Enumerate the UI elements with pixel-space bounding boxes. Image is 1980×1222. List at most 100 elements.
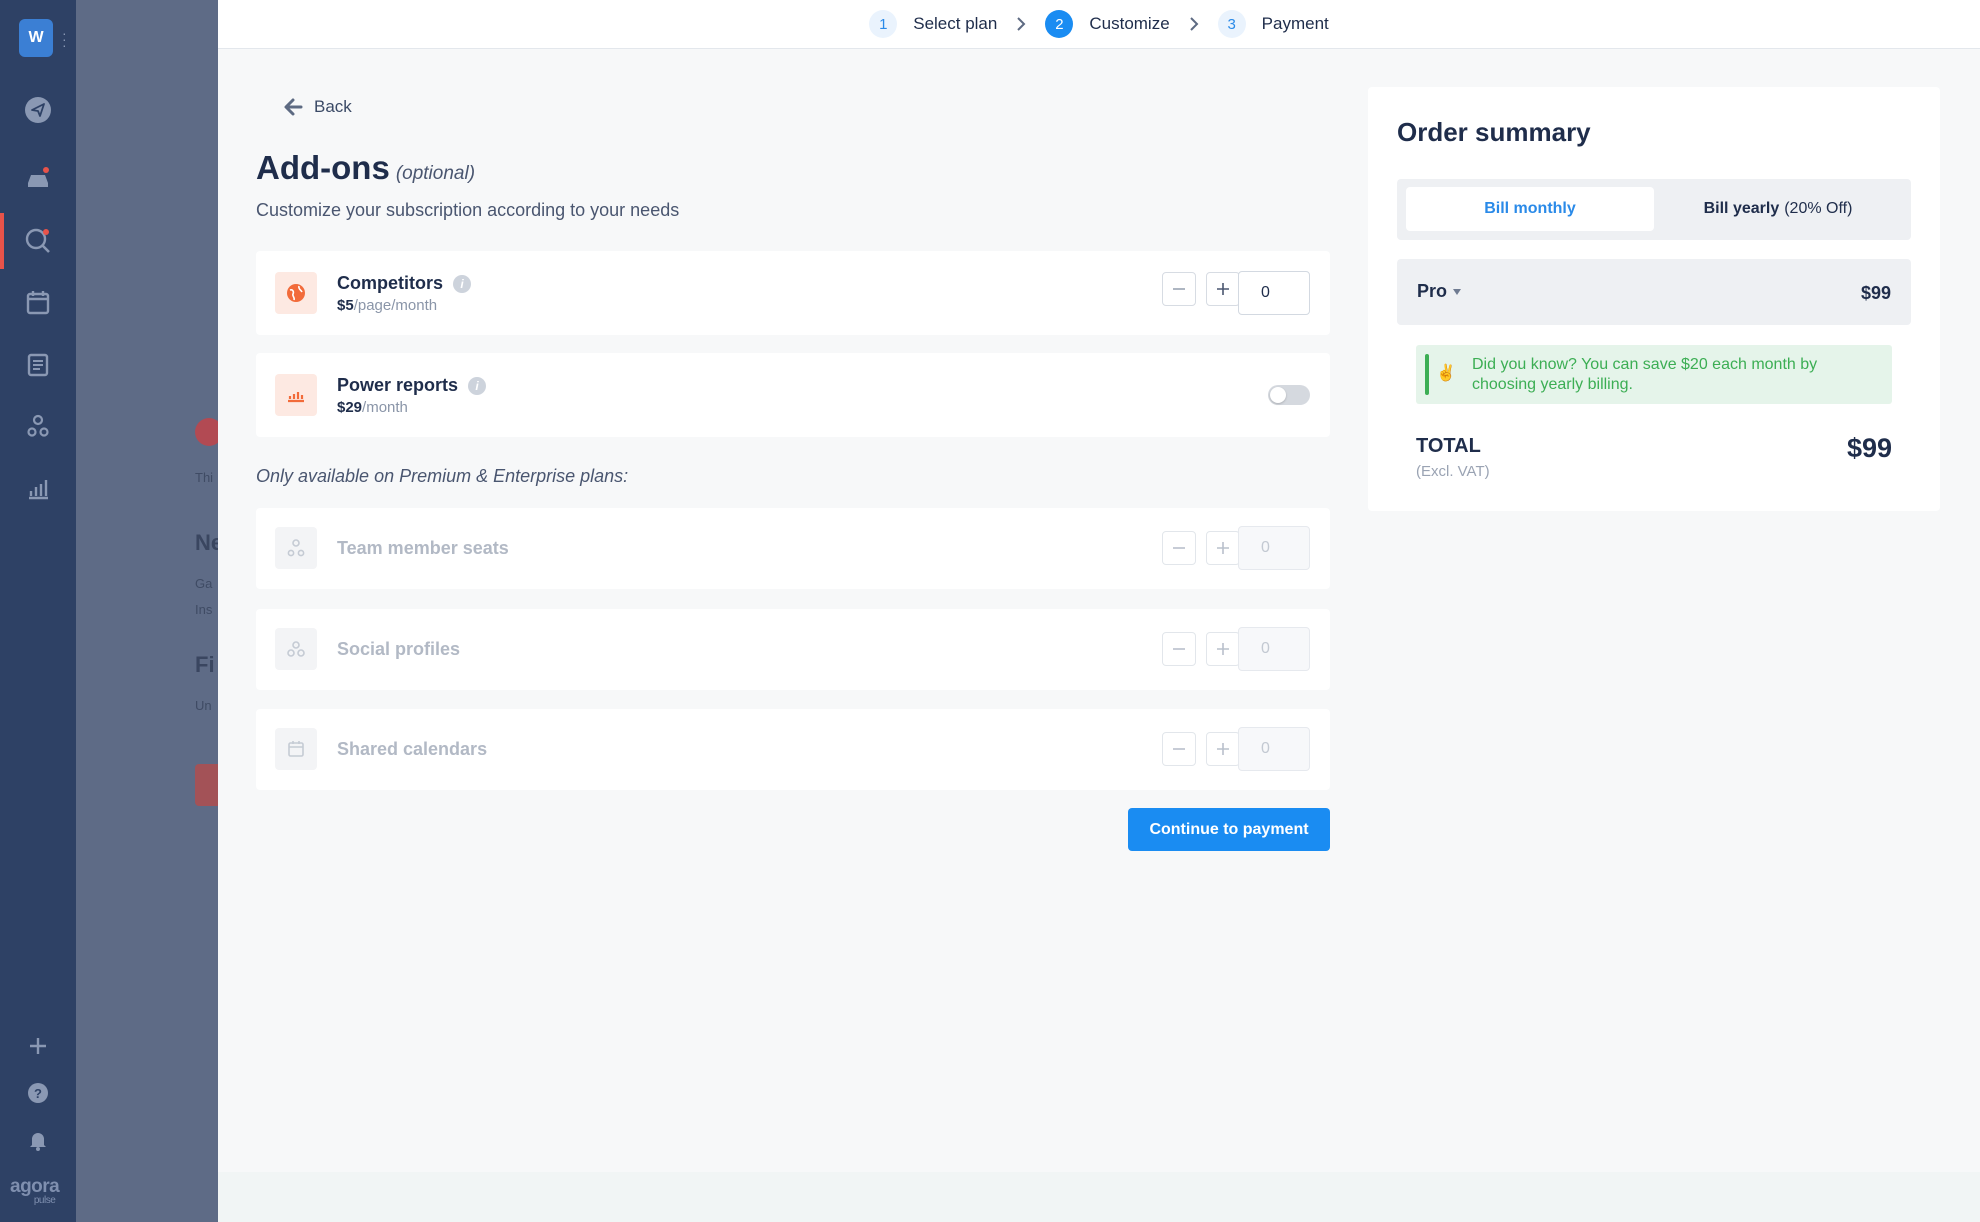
addon-name: Social profiles	[337, 639, 461, 659]
tip-accent-bar	[1425, 354, 1429, 395]
minus-icon	[1173, 547, 1185, 549]
addon-name: Shared calendars	[337, 739, 488, 759]
active-indicator	[0, 213, 4, 269]
add-icon[interactable]	[18, 1026, 58, 1066]
step-number: 2	[1045, 10, 1074, 38]
addon-price: $29/month	[337, 399, 408, 416]
back-button[interactable]: Back	[282, 96, 352, 118]
background-text: Ga	[195, 576, 213, 591]
total-value: $99	[1846, 433, 1892, 463]
minus-icon	[1173, 748, 1185, 750]
info-icon[interactable]: i	[453, 274, 472, 293]
plan-selector[interactable]: Pro $99	[1397, 259, 1911, 325]
tip-text: Did you know? You can save $20 each mont…	[1472, 356, 1818, 393]
info-icon[interactable]: i	[468, 376, 487, 395]
background-button	[195, 764, 218, 806]
total-label: TOTAL	[1416, 435, 1481, 457]
background-text: Thi	[195, 470, 214, 485]
addon-card-shared-calendars: Shared calendars	[256, 709, 1330, 790]
increment-button[interactable]	[1206, 272, 1240, 306]
increment-button	[1206, 732, 1240, 766]
page-title: Add-ons (optional)	[256, 149, 476, 186]
billing-period-toggle: Bill monthly Bill yearly (20% Off)	[1397, 179, 1911, 240]
yearly-savings-tip: ✌ Did you know? You can save $20 each mo…	[1416, 345, 1892, 404]
addon-name: Team member seats	[337, 538, 509, 558]
social-profiles-quantity-input	[1238, 627, 1310, 671]
addon-price: $5/page/month	[337, 297, 438, 314]
chevron-right-icon	[1188, 16, 1200, 32]
power-reports-toggle[interactable]	[1268, 385, 1310, 405]
step-payment[interactable]: 3 Payment	[1217, 10, 1329, 38]
addon-name: Power reports i	[337, 375, 487, 396]
arrow-left-icon	[284, 98, 303, 116]
addon-card-team-seats: Team member seats	[256, 508, 1330, 589]
calendar-icon[interactable]	[18, 282, 58, 322]
bill-monthly-option[interactable]: Bill monthly	[1406, 187, 1654, 231]
globe-icon	[275, 272, 317, 314]
app-sidebar: W · · · ? agora pulse	[0, 0, 76, 1222]
analytics-icon[interactable]	[18, 468, 58, 508]
agorapulse-logo: agora pulse	[10, 1176, 60, 1206]
decrement-button	[1162, 632, 1196, 666]
order-summary-title: Order summary	[1397, 117, 1591, 147]
reports-list-icon[interactable]	[18, 344, 58, 384]
decrement-button[interactable]	[1162, 272, 1196, 306]
plan-price: $99	[1860, 283, 1891, 303]
step-select-plan[interactable]: 1 Select plan	[869, 10, 997, 38]
decrement-button	[1162, 531, 1196, 565]
plus-icon	[1217, 283, 1229, 295]
discount-label: (20% Off)	[1784, 200, 1853, 217]
team-icon[interactable]	[18, 406, 58, 446]
shared-calendars-quantity-input	[1238, 727, 1310, 771]
continue-to-payment-button[interactable]: Continue to payment	[1128, 808, 1330, 851]
page-subtitle: Customize your subscription according to…	[256, 200, 680, 220]
checkout-stepper: 1 Select plan 2 Customize 3 Payment	[218, 0, 1980, 49]
order-summary-panel: Order summary Bill monthly Bill yearly (2…	[1368, 87, 1940, 511]
background-heading: Fi	[195, 652, 215, 677]
step-label: Payment	[1261, 14, 1329, 33]
upgrade-modal: 1 Select plan 2 Customize 3 Payment Back…	[218, 0, 1980, 1222]
plus-icon	[1217, 542, 1229, 554]
addon-card-power-reports: Power reports i $29/month	[256, 353, 1330, 437]
background-text: Un	[195, 698, 212, 713]
caret-down-icon	[1453, 288, 1462, 295]
addon-card-social-profiles: Social profiles	[256, 609, 1330, 690]
addon-name: Competitors i	[337, 273, 472, 294]
team-seats-quantity-input	[1238, 526, 1310, 570]
publish-icon[interactable]	[18, 90, 58, 130]
modal-footer-area	[218, 1172, 1980, 1222]
decrement-button	[1162, 732, 1196, 766]
total-vat-note: (Excl. VAT)	[1416, 463, 1490, 480]
background-text: Ins	[195, 602, 213, 617]
help-icon[interactable]: ?	[18, 1073, 58, 1113]
competitors-quantity-input[interactable]	[1238, 271, 1310, 315]
addon-card-competitors: Competitors i $5/page/month	[256, 251, 1330, 335]
bill-yearly-option[interactable]: Bill yearly (20% Off)	[1654, 187, 1902, 231]
step-customize[interactable]: 2 Customize	[1045, 10, 1170, 38]
optional-label: (optional)	[395, 163, 476, 184]
step-number: 3	[1217, 10, 1246, 38]
inbox-icon[interactable]	[18, 157, 58, 197]
chevron-right-icon	[1015, 16, 1027, 32]
crossed-fingers-icon: ✌	[1436, 365, 1456, 382]
step-label: Customize	[1089, 14, 1170, 33]
listening-icon[interactable]	[18, 220, 58, 260]
premium-plans-note: Only available on Premium & Enterprise p…	[256, 466, 629, 486]
team-icon	[275, 527, 317, 569]
calendar-icon	[275, 728, 317, 770]
bar-chart-icon	[275, 374, 317, 416]
social-profiles-icon	[275, 628, 317, 670]
plus-icon	[1217, 743, 1229, 755]
notifications-bell-icon[interactable]	[18, 1120, 58, 1160]
plan-name: Pro	[1417, 281, 1463, 302]
step-label: Select plan	[913, 14, 998, 33]
minus-icon	[1173, 648, 1185, 650]
increment-button	[1206, 632, 1240, 666]
workspace-avatar[interactable]: W	[19, 19, 53, 57]
back-label: Back	[314, 97, 352, 116]
more-vertical-icon[interactable]: · · ·	[62, 26, 67, 52]
svg-text:?: ?	[34, 1086, 42, 1101]
plus-icon	[1217, 643, 1229, 655]
step-number: 1	[869, 10, 898, 38]
increment-button	[1206, 531, 1240, 565]
